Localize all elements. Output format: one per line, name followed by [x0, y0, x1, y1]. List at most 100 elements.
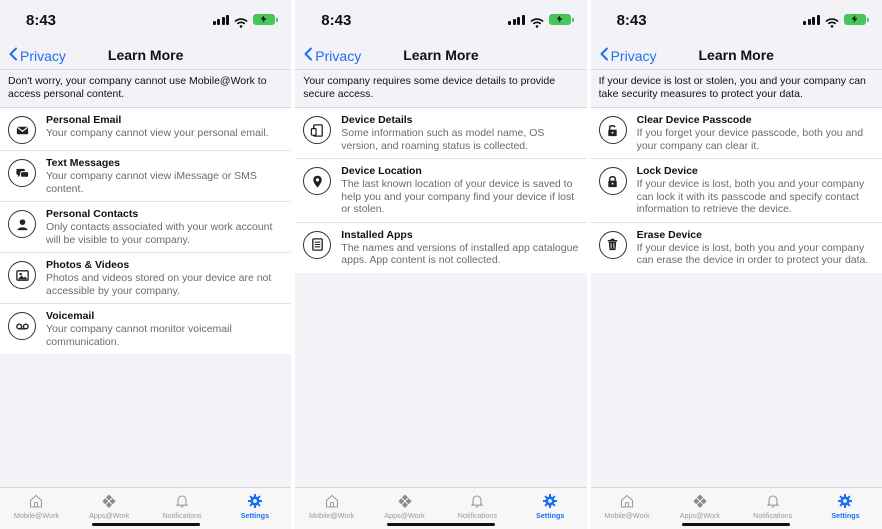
tab-label: Settings — [240, 511, 270, 520]
list-item: Device Location The last known location o… — [295, 159, 587, 223]
list-item-description: If your device is lost, both you and you… — [636, 241, 869, 267]
list-item-description: The last known location of your device i… — [341, 178, 575, 215]
intro-text: Don't worry, your company cannot use Mob… — [0, 70, 292, 108]
status-bar: 8:43 — [295, 0, 587, 40]
list-item-title: Personal Email — [46, 114, 122, 126]
status-time: 8:43 — [616, 12, 647, 29]
unlock-icon — [598, 116, 627, 144]
list-item-title: Lock Device — [636, 165, 698, 177]
list-item: Device Details Some information such as m… — [295, 108, 587, 159]
battery-charging-icon — [548, 14, 574, 25]
info-list: Device Details Some information such as m… — [295, 108, 587, 273]
tab-settings[interactable]: Settings — [809, 488, 882, 529]
apps-icon — [397, 493, 413, 509]
home-indicator[interactable] — [386, 522, 495, 526]
list-item-title: Voicemail — [46, 310, 95, 322]
list-item-description: Photos and videos stored on your device … — [46, 272, 272, 297]
list-item: Clear Device Passcode If you forget your … — [590, 108, 882, 159]
status-icons — [212, 14, 279, 28]
page-title: Learn More — [403, 47, 479, 63]
list-item-title: Personal Contacts — [46, 208, 139, 220]
status-bar: 8:43 — [590, 0, 882, 40]
phone-screen: 8:43 Privacy Learn More Don't worry, your c… — [0, 0, 292, 529]
tab-mobile-work[interactable]: Mobile@Work — [295, 488, 368, 529]
page-title: Learn More — [107, 47, 184, 63]
wifi-icon — [825, 15, 839, 28]
tab-mobile-work[interactable]: Mobile@Work — [0, 488, 73, 529]
status-time: 8:43 — [26, 12, 57, 29]
tab-label: Mobile@Work — [309, 511, 355, 520]
page-title: Learn More — [698, 47, 774, 63]
home-indicator[interactable] — [91, 522, 200, 526]
list-item-title: Clear Device Passcode — [636, 114, 752, 126]
home-icon — [28, 493, 44, 509]
cellular-signal-icon — [803, 14, 820, 25]
envelope-icon — [8, 116, 36, 144]
list-item: Lock Device If your device is lost, both … — [590, 159, 882, 223]
list-item-description: Your company cannot view iMessage or SMS… — [46, 170, 257, 195]
tab-label: Mobile@Work — [604, 511, 650, 520]
list-item: Voicemail Your company cannot monitor voi… — [0, 304, 291, 354]
apps-icon — [692, 493, 708, 509]
tab-label: Notifications — [753, 511, 793, 520]
tab-label: Settings — [536, 511, 565, 520]
list-item: Text Messages Your company cannot view iM… — [0, 151, 292, 202]
cellular-signal-icon — [212, 14, 230, 25]
intro-text: If your device is lost or stolen, you an… — [590, 70, 882, 108]
navigation-bar: Privacy Learn More — [0, 40, 292, 70]
list-item-text: Installed Apps The names and versions of … — [341, 229, 580, 267]
lock-icon — [598, 167, 627, 195]
list-item-description: Some information such as model name, OS … — [341, 127, 545, 152]
list-item: Photos & Videos Photos and videos stored … — [0, 253, 292, 304]
wifi-icon — [234, 15, 248, 28]
home-icon — [619, 493, 635, 509]
person-icon — [8, 210, 36, 238]
list-item-text: Personal Email Your company cannot view y… — [46, 114, 285, 140]
list-item: Installed Apps The names and versions of … — [295, 223, 586, 273]
list-item-description: If your device is lost, both you and you… — [636, 178, 865, 215]
phone-screen: 8:43 Privacy Learn More Your company requir… — [295, 0, 587, 529]
list-item-title: Device Location — [341, 165, 422, 177]
screenshot-row: 8:43 Privacy Learn More Don't worry, your c… — [0, 0, 882, 529]
info-list: Clear Device Passcode If you forget your … — [590, 108, 882, 273]
tab-label: Apps@Work — [679, 511, 720, 520]
list-item-text: Erase Device If your device is lost, both… — [637, 229, 876, 267]
list-item-text: Device Location The last known location o… — [341, 165, 580, 216]
battery-charging-icon — [843, 14, 869, 25]
list-item-text: Lock Device If your device is lost, both … — [637, 165, 876, 216]
home-indicator[interactable] — [682, 522, 791, 526]
voicemail-icon — [8, 312, 36, 340]
tab-settings[interactable]: Settings — [218, 488, 291, 529]
status-bar: 8:43 — [0, 0, 292, 40]
list-item-description: The names and versions of installed app … — [341, 241, 579, 267]
status-icons — [803, 14, 869, 28]
bell-icon — [765, 493, 781, 509]
phone-screen: 8:43 Privacy Learn More If your device is l… — [590, 0, 882, 529]
list-item-description: Your company cannot view your personal e… — [46, 127, 269, 139]
tab-settings[interactable]: Settings — [514, 488, 587, 529]
tab-label: Notifications — [162, 511, 202, 520]
list-item-text: Photos & Videos Photos and videos stored … — [46, 259, 285, 297]
list-item-description: Your company cannot monitor voicemail co… — [46, 323, 232, 348]
location-pin-icon — [303, 167, 332, 195]
gear-icon — [837, 493, 853, 509]
tab-mobile-work[interactable]: Mobile@Work — [591, 488, 664, 529]
list-item: Personal Contacts Only contacts associate… — [0, 202, 292, 253]
info-list: Personal Email Your company cannot view y… — [0, 108, 292, 354]
chat-bubbles-icon — [8, 159, 36, 187]
photos-icon — [8, 261, 36, 289]
cellular-signal-icon — [508, 14, 525, 25]
list-item-text: Device Details Some information such as m… — [341, 114, 580, 152]
list-item-text: Voicemail Your company cannot monitor voi… — [46, 310, 285, 348]
wifi-icon — [530, 15, 544, 28]
tab-label: Mobile@Work — [13, 511, 59, 520]
list-item-description: If you forget your device passcode, both… — [636, 127, 864, 152]
tab-label: Notifications — [457, 511, 497, 520]
tab-label: Apps@Work — [89, 511, 130, 520]
device-icon — [303, 116, 332, 144]
bell-icon — [469, 493, 485, 509]
gear-icon — [247, 493, 263, 509]
tab-label: Apps@Work — [384, 511, 425, 520]
apps-stack-icon — [303, 230, 332, 259]
list-item-title: Photos & Videos — [46, 259, 130, 271]
